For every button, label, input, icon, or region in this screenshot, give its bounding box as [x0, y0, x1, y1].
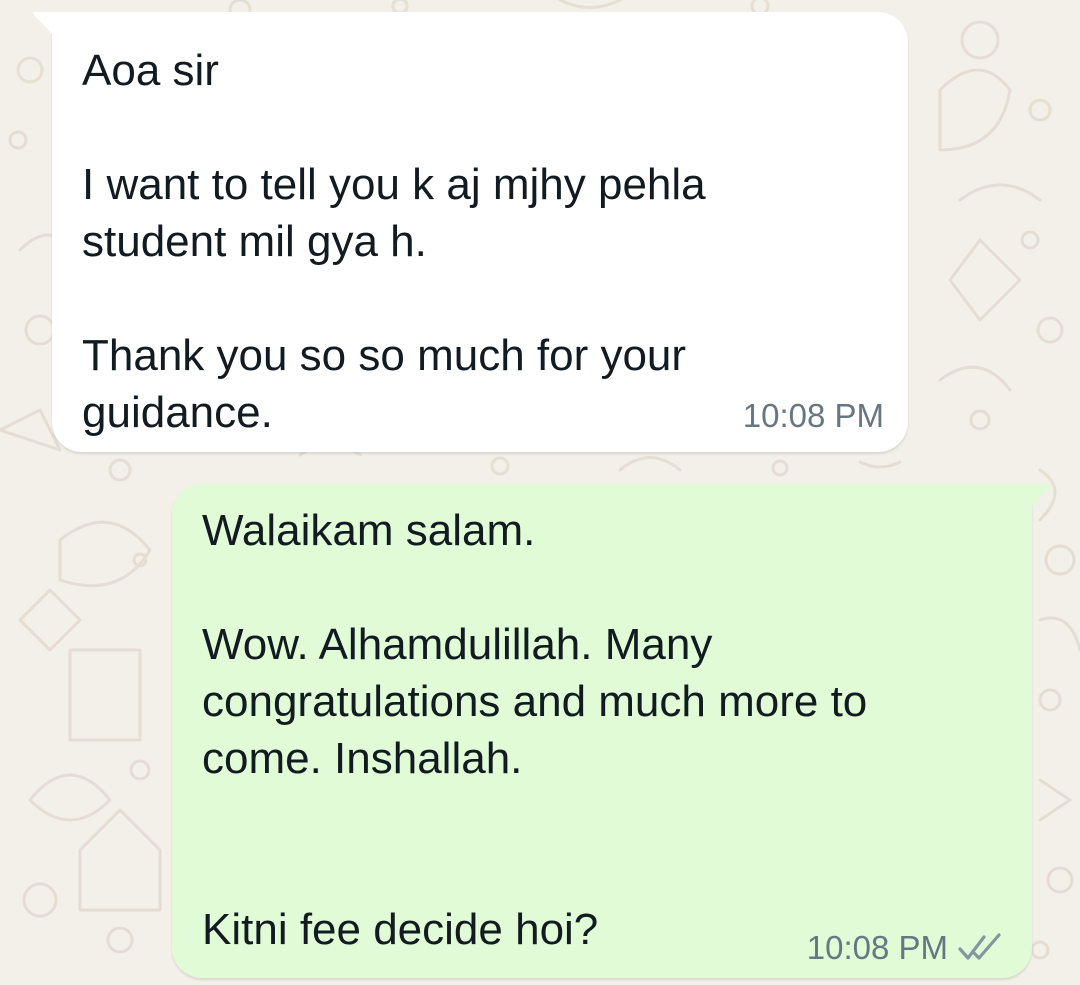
outgoing-bubble-tail [1030, 484, 1051, 508]
incoming-message-text: Aoa sir I want to tell you k aj mjhy peh… [82, 46, 706, 437]
outgoing-message-text: Walaikam salam. Wow. Alhamdulillah. Many… [202, 506, 868, 954]
outgoing-message-meta: 10:08 PM [807, 928, 1004, 968]
incoming-message-time: 10:08 PM [742, 397, 884, 434]
incoming-message-bubble[interactable]: Aoa sir I want to tell you k aj mjhy peh… [33, 12, 908, 452]
double-check-icon [958, 933, 1001, 960]
incoming-bubble-tail [33, 12, 54, 36]
outgoing-message-bubble[interactable]: Walaikam salam. Wow. Alhamdulillah. Many… [172, 484, 1051, 978]
outgoing-message-time: 10:08 PM [806, 929, 948, 966]
